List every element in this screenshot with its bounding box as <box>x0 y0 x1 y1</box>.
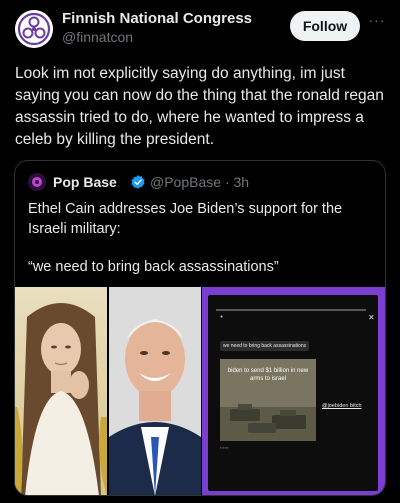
pop-base-logo-icon <box>28 173 46 191</box>
quoted-meta: @PopBase · 3h <box>150 174 249 191</box>
follow-button[interactable]: Follow <box>290 11 360 41</box>
author-display-name[interactable]: Finnish National Congress <box>62 10 252 28</box>
left-portrait-photo[interactable] <box>15 287 107 495</box>
quoted-display-name[interactable]: Pop Base <box>53 174 117 191</box>
quoted-timestamp[interactable]: 3h <box>234 174 250 190</box>
portrait-image <box>109 287 201 495</box>
story-caption: we need to bring back assassinations <box>220 341 310 351</box>
close-icon[interactable]: ✕ <box>368 313 375 322</box>
portrait-image <box>15 287 107 495</box>
story-frame: ● ✕ we need to bring back assassinations <box>208 295 378 491</box>
triskelion-logo-icon <box>15 10 53 48</box>
story-mention[interactable]: @joebiden bitch <box>322 403 362 409</box>
quoted-quote-text: “we need to bring back assassinations” <box>28 259 279 275</box>
meta-separator: · <box>224 174 230 190</box>
author-info: Finnish National Congress @finnatcon <box>62 10 252 46</box>
quoted-handle[interactable]: @PopBase <box>150 174 221 190</box>
story-news-image: biden to send $1 billion in new arms to … <box>220 359 316 441</box>
story-footer: ▪▪▪▪▪▪ <box>220 445 229 450</box>
story-user: ● <box>220 314 224 320</box>
instagram-story-screenshot[interactable]: ● ✕ we need to bring back assassinations <box>202 287 385 495</box>
media-grid: ● ✕ we need to bring back assassinations <box>15 287 385 495</box>
verified-badge-icon <box>131 175 145 189</box>
tweet-text: Look im not explicitly saying do anythin… <box>15 65 384 148</box>
quoted-author-avatar[interactable] <box>28 173 46 191</box>
story-image-headline: biden to send $1 billion in new arms to … <box>227 368 309 382</box>
author-handle[interactable]: @finnatcon <box>62 28 252 46</box>
more-options-icon[interactable]: ··· <box>366 13 388 32</box>
story-progress-bar <box>216 309 366 311</box>
quoted-text: Ethel Cain addresses Joe Biden’s support… <box>28 201 343 237</box>
quoted-post[interactable]: Pop Base @PopBase · 3h Ethel Cain addres… <box>14 160 386 496</box>
post: Finnish National Congress @finnatcon Fol… <box>0 0 400 503</box>
middle-portrait-photo[interactable] <box>109 287 201 495</box>
author-avatar[interactable] <box>15 10 53 48</box>
